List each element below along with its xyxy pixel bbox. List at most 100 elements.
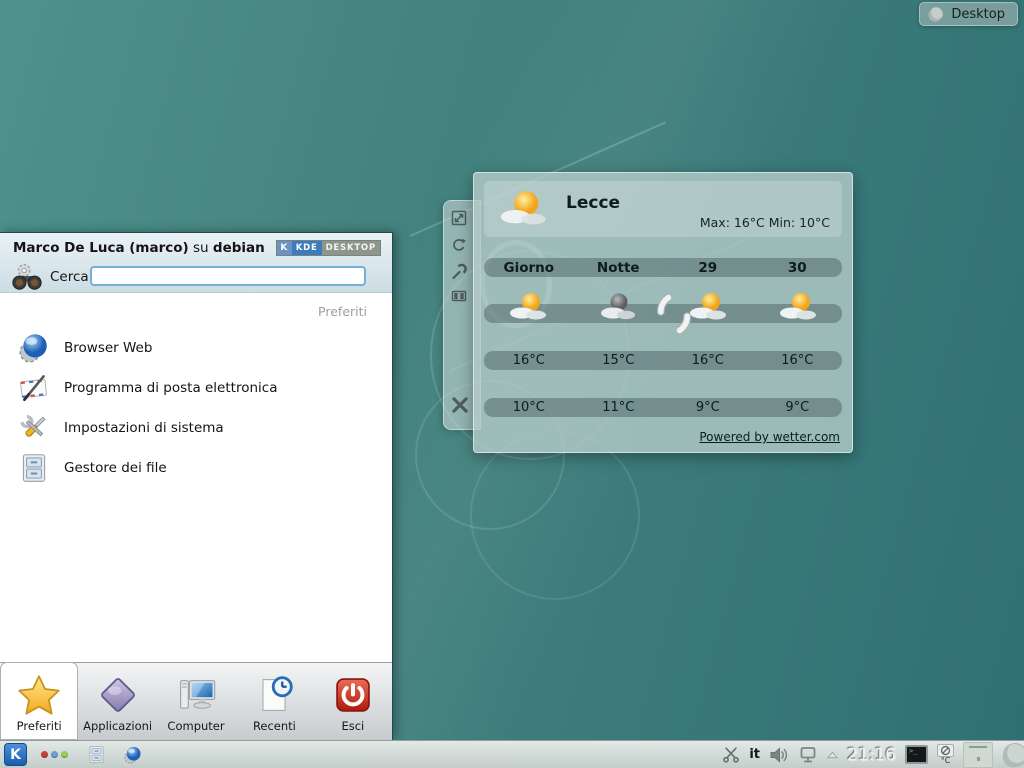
- weather-tray-icon[interactable]: °C: [937, 744, 954, 765]
- konqueror-globe-icon[interactable]: [123, 745, 143, 765]
- night-temp: 9°C: [753, 398, 843, 417]
- system-tray: it 21:16 >_ °C: [722, 742, 1024, 768]
- toolbox-label: Desktop: [951, 7, 1005, 22]
- keyboard-layout-indicator[interactable]: it: [749, 747, 760, 762]
- konqueror-globe-icon: [17, 331, 51, 365]
- panel-cashew-icon[interactable]: [1002, 742, 1024, 768]
- weather-condition-row: [484, 304, 842, 323]
- night-temp: 10°C: [484, 398, 574, 417]
- desktop-toolbox[interactable]: Desktop: [919, 2, 1018, 26]
- panel-left: K: [0, 743, 143, 766]
- favorite-label: Programma di posta elettronica: [64, 380, 277, 396]
- day-temp: 16°C: [484, 351, 574, 370]
- wallpaper-ring: [470, 430, 640, 600]
- kde-logo-icon: K: [277, 241, 292, 255]
- cashew-icon: [928, 6, 944, 22]
- pager-dot-blue[interactable]: [51, 751, 58, 758]
- col-giorno: Giorno: [484, 258, 574, 277]
- favorite-item-systemsettings[interactable]: Impostazioni di sistema: [0, 408, 388, 448]
- applications-icon: [96, 673, 140, 717]
- tab-label: Recenti: [253, 719, 296, 733]
- tab-preferiti[interactable]: Preferiti: [0, 662, 78, 740]
- mini-panel-widget[interactable]: [963, 742, 993, 768]
- favorite-label: Browser Web: [64, 340, 152, 356]
- tray-expander-icon[interactable]: [827, 751, 838, 759]
- email-icon: [17, 371, 51, 405]
- col-30: 30: [753, 258, 843, 277]
- cloud-icon: [595, 290, 643, 324]
- day-temp: 16°C: [663, 351, 753, 370]
- night-temp: 9°C: [663, 398, 753, 417]
- logout-icon: [331, 673, 375, 717]
- host-name: debian: [213, 240, 265, 256]
- network-monitor-icon[interactable]: [798, 746, 818, 764]
- favorite-item-filemanager[interactable]: Gestore dei file: [0, 448, 388, 488]
- computer-icon: [174, 673, 218, 717]
- tab-label: Computer: [167, 719, 224, 733]
- weather-day-temps: 16°C 15°C 16°C 16°C: [484, 351, 842, 370]
- digital-clock[interactable]: 21:16: [847, 745, 896, 765]
- kickoff-header: Marco De Luca (marco) su debian K KDE DE…: [0, 233, 392, 293]
- weather-city: Lecce: [566, 193, 620, 213]
- favorites-list: Browser Web Programma di posta elettroni…: [0, 328, 388, 488]
- kickoff-launcher: Marco De Luca (marco) su debian K KDE DE…: [0, 232, 393, 740]
- user-host-title: Marco De Luca (marco) su debian: [13, 240, 265, 256]
- tab-label: Applicazioni: [83, 719, 152, 733]
- favorite-label: Gestore dei file: [64, 460, 167, 476]
- day-temp: 15°C: [574, 351, 664, 370]
- user-connector: su: [189, 240, 213, 256]
- pager-dot-green[interactable]: [61, 751, 68, 758]
- favorite-item-email[interactable]: Programma di posta elettronica: [0, 368, 388, 408]
- tab-label: Esci: [341, 719, 364, 733]
- tab-recenti[interactable]: Recenti: [235, 663, 313, 740]
- weather-column-headers: Giorno Notte 29 30: [484, 258, 842, 277]
- badge-desktop-label: DESKTOP: [322, 241, 380, 255]
- col-29: 29: [663, 258, 753, 277]
- search-binoculars-icon: [10, 261, 44, 293]
- tab-applicazioni[interactable]: Applicazioni: [78, 663, 156, 740]
- tab-label: Preferiti: [17, 719, 62, 733]
- day-temp: 16°C: [753, 351, 843, 370]
- terminal-icon[interactable]: >_: [905, 745, 928, 764]
- file-manager-icon[interactable]: [86, 744, 107, 765]
- user-name: Marco De Luca (marco): [13, 240, 189, 256]
- volume-icon[interactable]: [769, 746, 789, 764]
- rotate-icon[interactable]: [450, 237, 470, 257]
- recent-documents-icon: [252, 673, 296, 717]
- badge-kde-label: KDE: [292, 241, 322, 255]
- sun-cloud-icon: [775, 290, 823, 324]
- favorite-label: Impostazioni di sistema: [64, 420, 224, 436]
- sun-cloud-icon: [505, 290, 553, 324]
- wetter-credit-link[interactable]: Powered by wetter.com: [699, 430, 840, 444]
- col-notte: Notte: [574, 258, 664, 277]
- favorites-section-label: Preferiti: [318, 304, 367, 319]
- weather-tray-label: °C: [941, 757, 951, 765]
- weather-widget: Lecce Max: 16°C Min: 10°C Giorno Notte 2…: [473, 172, 853, 453]
- search-row: Cerca:: [0, 261, 392, 293]
- resize-icon[interactable]: [450, 209, 470, 229]
- configure-wrench-icon[interactable]: [450, 263, 470, 283]
- search-label: Cerca:: [50, 269, 93, 285]
- star-icon: [17, 673, 61, 717]
- weather-night-temps: 10°C 11°C 9°C 9°C: [484, 398, 842, 417]
- night-temp: 11°C: [574, 398, 664, 417]
- tab-computer[interactable]: Computer: [157, 663, 235, 740]
- kickoff-body: Preferiti Browser Web: [0, 294, 392, 662]
- kde-desktop-badge: K KDE DESKTOP: [276, 240, 381, 256]
- close-icon[interactable]: [450, 395, 470, 415]
- weather-header: Lecce Max: 16°C Min: 10°C: [484, 181, 842, 237]
- settings-slots-icon[interactable]: [450, 287, 470, 307]
- favorite-item-browser[interactable]: Browser Web: [0, 328, 388, 368]
- kickoff-tab-bar: Preferiti Applicazioni Computer: [0, 662, 392, 740]
- bottom-panel: K it 21:16 >_: [0, 740, 1024, 768]
- kmenu-launcher-button[interactable]: K: [4, 743, 27, 766]
- sun-cloud-icon: [685, 290, 733, 324]
- pager-dots[interactable]: [41, 751, 68, 758]
- sun-icon: [496, 185, 554, 229]
- tab-esci[interactable]: Esci: [314, 663, 392, 740]
- system-settings-icon: [17, 411, 51, 445]
- pager-dot-red[interactable]: [41, 751, 48, 758]
- search-input[interactable]: [90, 266, 366, 286]
- klipper-scissors-icon[interactable]: [722, 746, 740, 763]
- file-manager-icon: [17, 451, 51, 485]
